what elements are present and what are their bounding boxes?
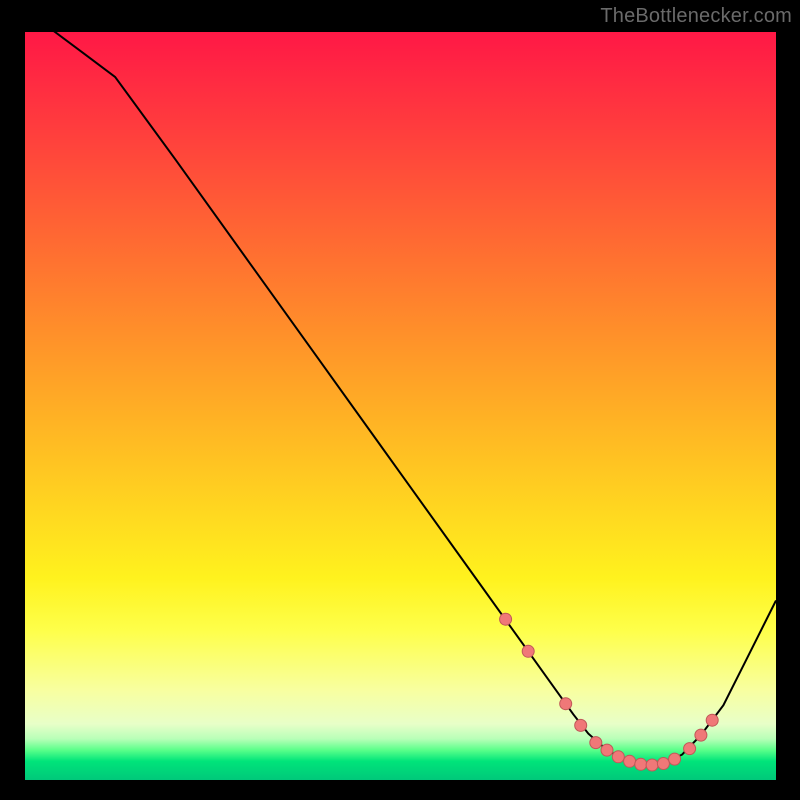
attribution-label: TheBottlenecker.com: [600, 6, 792, 26]
chart-container: TheBottlenecker.com: [0, 0, 800, 800]
heat-gradient: [25, 32, 776, 780]
plot-area: [25, 32, 776, 780]
